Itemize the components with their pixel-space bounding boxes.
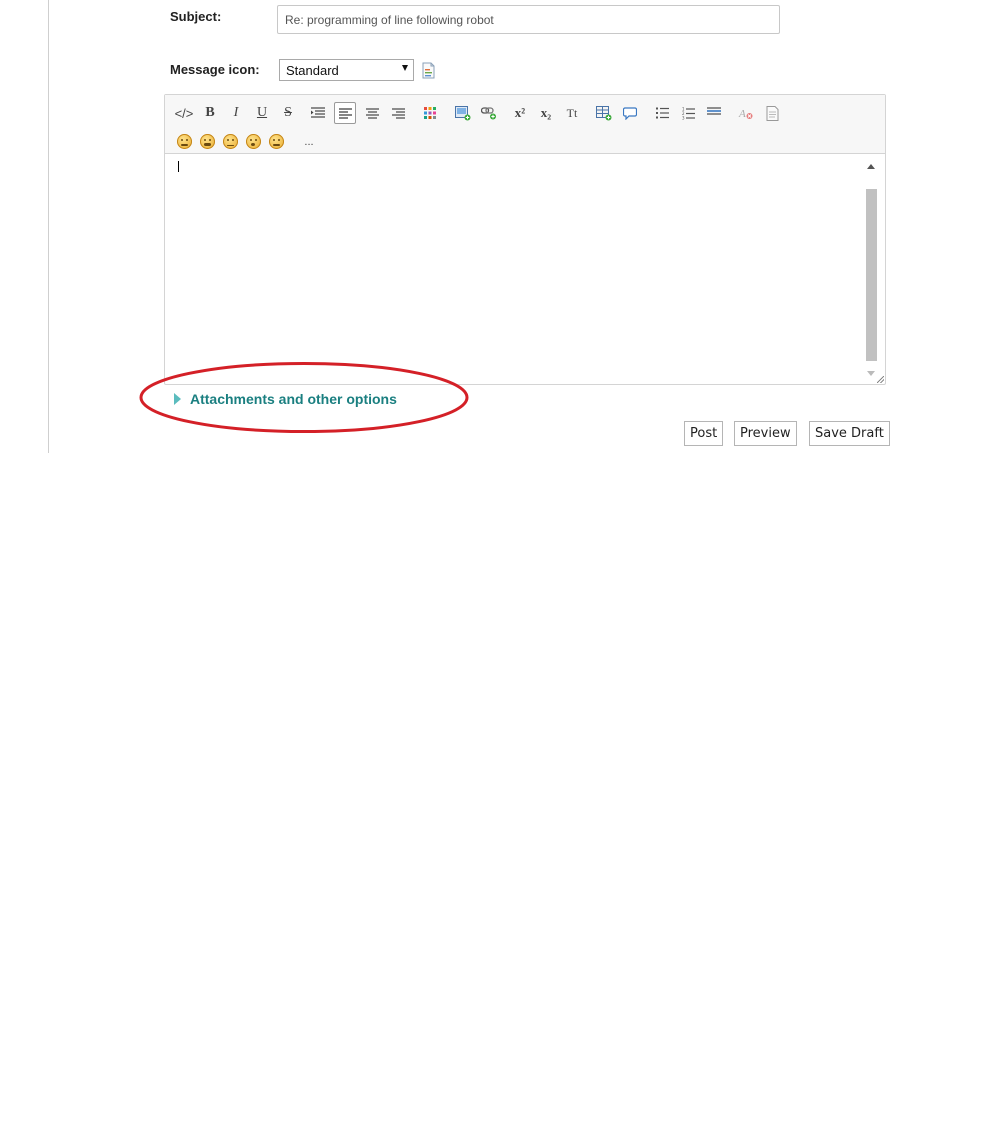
message-icon-selected-value: Standard (286, 63, 339, 78)
source-code-icon[interactable]: </> (173, 102, 195, 124)
insert-link-icon[interactable] (478, 102, 500, 124)
rich-text-editor: </> B I U S x² x₂ Tt 1 2 3 A ... (164, 94, 886, 385)
bulleted-list-icon[interactable] (651, 102, 673, 124)
content-left-border (48, 0, 49, 453)
more-emoticons-button[interactable]: ... (298, 131, 320, 153)
insert-table-icon[interactable] (593, 102, 615, 124)
scroll-down-arrow-icon[interactable] (867, 371, 875, 376)
editor-scrollbar[interactable] (865, 159, 878, 379)
emoticon-neutral-icon[interactable] (223, 134, 238, 149)
paste-as-text-icon[interactable] (761, 102, 783, 124)
message-icon-label: Message icon: (170, 62, 260, 77)
strikethrough-icon[interactable]: S (277, 102, 299, 124)
insert-image-icon[interactable] (452, 102, 474, 124)
remove-format-icon[interactable]: A (735, 102, 757, 124)
red-highlight-ellipse (139, 362, 469, 433)
subject-label: Subject: (170, 9, 222, 24)
save-draft-button[interactable]: Save Draft (809, 421, 890, 446)
text-cursor (178, 161, 179, 172)
horizontal-rule-icon[interactable] (703, 100, 725, 122)
font-size-icon[interactable]: Tt (561, 102, 583, 124)
preview-button[interactable]: Preview (734, 421, 797, 446)
numbered-list-icon[interactable]: 123 (677, 102, 699, 124)
emoticon-smile-icon[interactable] (269, 134, 284, 149)
post-button[interactable]: Post (684, 421, 724, 446)
bold-icon[interactable]: B (199, 102, 221, 124)
emoticon-surprised-icon[interactable] (246, 134, 261, 149)
svg-text:A: A (738, 108, 746, 120)
dropdown-arrow-icon (402, 65, 408, 71)
scrollbar-thumb[interactable] (866, 189, 877, 361)
color-palette-icon[interactable] (419, 102, 441, 124)
message-icon-select[interactable]: Standard (279, 59, 414, 81)
emoticon-happy-icon[interactable] (177, 134, 192, 149)
emoticon-grin-icon[interactable] (200, 134, 215, 149)
svg-text:3: 3 (682, 115, 685, 120)
message-body-textarea[interactable] (165, 153, 865, 384)
italic-icon[interactable]: I (225, 102, 247, 124)
editor-toolbar: </> B I U S x² x₂ Tt 1 2 3 A ... (165, 95, 885, 154)
quote-icon[interactable] (619, 102, 641, 124)
underline-icon[interactable]: U (251, 102, 273, 124)
resize-handle-icon[interactable] (877, 376, 884, 383)
align-center-icon[interactable] (361, 102, 383, 124)
message-icon-preview-icon (422, 62, 435, 79)
subject-input[interactable] (277, 5, 780, 34)
subscript-icon[interactable]: x₂ (535, 102, 557, 124)
superscript-icon[interactable]: x² (509, 102, 531, 124)
align-left-icon[interactable] (334, 102, 356, 124)
align-right-icon[interactable] (387, 102, 409, 124)
indent-icon[interactable] (307, 102, 329, 124)
scroll-up-arrow-icon[interactable] (867, 164, 875, 169)
